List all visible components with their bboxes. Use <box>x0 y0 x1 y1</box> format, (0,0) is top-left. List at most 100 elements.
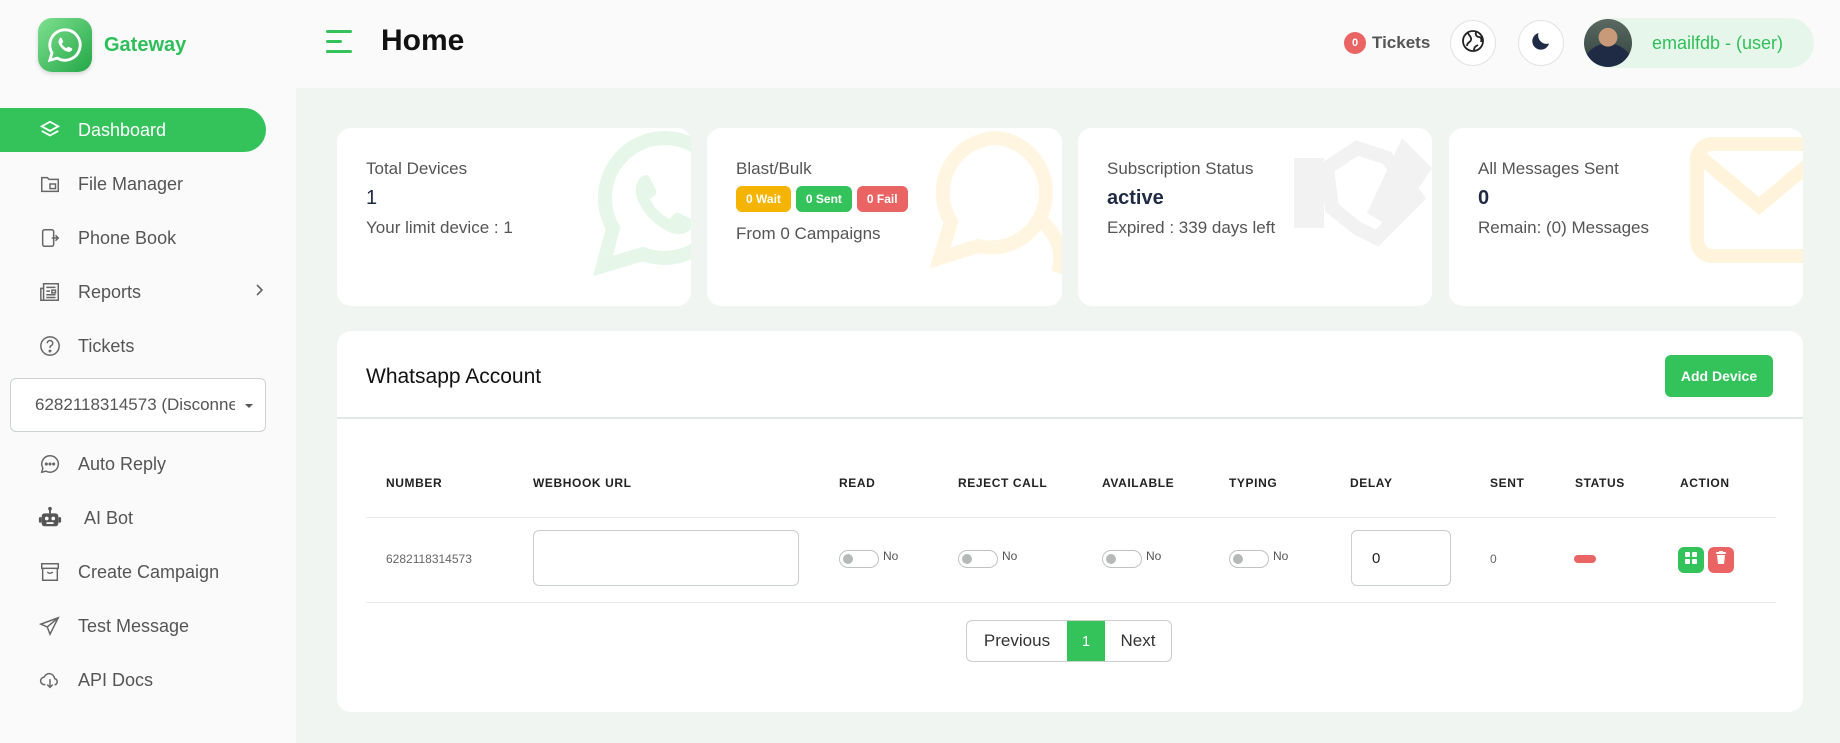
toggle-label: No <box>1146 549 1162 563</box>
stat-subtitle: From 0 Campaigns <box>736 224 881 243</box>
stat-value: active <box>1107 187 1164 209</box>
toggle-label: No <box>1273 549 1289 563</box>
chevron-right-icon <box>252 282 266 303</box>
sidebar-item-phone-book[interactable]: Phone Book <box>0 216 296 260</box>
stat-title: Total Devices <box>366 159 468 178</box>
column-header-webhook: WEBHOOK URL <box>533 476 632 490</box>
tickets-count-badge: 0 <box>1344 32 1366 54</box>
pagination-next[interactable]: Next <box>1105 621 1171 661</box>
toggle-label: No <box>883 549 899 563</box>
column-header-reject-call: REJECT CALL <box>958 476 1048 490</box>
stat-title: All Messages Sent <box>1478 159 1619 178</box>
globe-icon <box>1461 29 1485 58</box>
column-header-available: AVAILABLE <box>1102 476 1175 490</box>
chat-bubble-icon <box>38 452 62 476</box>
device-select-value: 6282118314573 (Disconnected) <box>35 395 235 414</box>
sidebar-item-label: File Manager <box>78 173 184 194</box>
column-header-number: NUMBER <box>386 476 443 490</box>
chat-watermark-icon <box>929 130 1062 275</box>
divider <box>337 417 1803 419</box>
sent-count: 0 <box>1490 552 1497 566</box>
typing-toggle[interactable]: No <box>1229 549 1289 568</box>
stat-subtitle: Remain: (0) Messages <box>1478 218 1650 237</box>
whatsapp-watermark-icon <box>593 130 691 277</box>
card-title: Whatsapp Account <box>366 365 542 388</box>
column-header-read: READ <box>839 476 876 490</box>
column-header-status: STATUS <box>1575 476 1625 490</box>
robot-icon <box>38 506 62 530</box>
sidebar-item-label: Tickets <box>78 335 135 356</box>
layers-icon <box>38 118 62 142</box>
sidebar-item-dashboard[interactable]: Dashboard <box>0 108 266 152</box>
stat-card-messages: All Messages Sent 0 Remain: (0) Messages <box>1449 128 1803 306</box>
sidebar-nav: Dashboard File Manager Phone Book Report… <box>0 108 296 712</box>
sent-badge: 0 Sent <box>795 186 852 212</box>
envelope-watermark-icon <box>1690 137 1803 263</box>
theme-toggle-button[interactable] <box>1518 20 1564 66</box>
sidebar-item-label: API Docs <box>78 669 154 690</box>
pagination-page[interactable]: 1 <box>1067 621 1105 661</box>
device-select[interactable]: 6282118314573 (Disconnected) <box>10 378 266 432</box>
toggle-label: No <box>1002 549 1018 563</box>
tickets-link[interactable]: 0 Tickets <box>1344 32 1430 54</box>
sidebar-item-api-docs[interactable]: API Docs <box>0 658 296 702</box>
sidebar-item-label: Phone Book <box>78 227 177 248</box>
newspaper-icon <box>38 280 62 304</box>
whatsapp-account-card: Whatsapp Account Add Device NUMBER WEBHO… <box>337 331 1803 712</box>
phone-book-icon <box>38 226 62 250</box>
blast-status-chips: 0 Wait 0 Sent 0 Fail <box>736 186 913 212</box>
sidebar-item-ai-bot[interactable]: AI Bot <box>0 496 296 540</box>
add-device-button[interactable]: Add Device <box>1665 355 1773 397</box>
menu-toggle-icon[interactable] <box>326 30 354 54</box>
webhook-url-input[interactable] <box>533 530 799 586</box>
available-toggle[interactable]: No <box>1102 549 1162 568</box>
sidebar-item-create-campaign[interactable]: Create Campaign <box>0 550 296 594</box>
sidebar-item-auto-reply[interactable]: Auto Reply <box>0 442 296 486</box>
stat-subtitle: Expired : 339 days left <box>1107 218 1276 237</box>
page-title: Home <box>381 24 465 57</box>
brand-name: Gateway <box>104 33 187 56</box>
stat-title: Subscription Status <box>1107 159 1254 178</box>
reject-call-toggle[interactable]: No <box>958 549 1018 568</box>
send-icon <box>38 614 62 638</box>
stat-card-blast: Blast/Bulk 0 Wait 0 Sent 0 Fail From 0 C… <box>707 128 1062 306</box>
sidebar-item-file-manager[interactable]: File Manager <box>0 162 296 206</box>
device-number: 6282118314573 <box>386 552 472 566</box>
stat-card-subscription: Subscription Status active Expired : 339… <box>1078 128 1432 306</box>
read-toggle[interactable]: No <box>839 549 899 568</box>
sidebar-item-reports[interactable]: Reports <box>0 270 296 314</box>
sidebar-item-label: Dashboard <box>78 119 167 140</box>
toggle-track <box>839 550 879 568</box>
brand[interactable]: Gateway <box>38 18 186 72</box>
sidebar-item-tickets[interactable]: Tickets <box>0 324 296 368</box>
grid-icon <box>1685 551 1697 569</box>
delay-input[interactable]: 0 <box>1351 530 1451 586</box>
stat-title: Blast/Bulk <box>736 159 812 178</box>
stat-card-devices: Total Devices 1 Your limit device : 1 <box>337 128 691 306</box>
sidebar-item-test-message[interactable]: Test Message <box>0 604 296 648</box>
pagination: Previous 1 Next <box>966 620 1172 662</box>
avatar <box>1584 19 1632 67</box>
wait-badge: 0 Wait <box>736 186 791 212</box>
stat-subtitle: Your limit device : 1 <box>366 218 513 237</box>
sidebar-item-label: Create Campaign <box>78 561 220 582</box>
divider <box>366 517 1776 518</box>
language-button[interactable] <box>1450 20 1496 66</box>
delete-device-button[interactable] <box>1708 547 1734 573</box>
divider <box>366 602 1776 603</box>
user-name: emailfdb - (user) <box>1652 32 1784 53</box>
column-header-sent: SENT <box>1490 476 1525 490</box>
pagination-previous[interactable]: Previous <box>967 621 1067 661</box>
fail-badge: 0 Fail <box>856 186 908 212</box>
column-header-delay: DELAY <box>1350 476 1393 490</box>
stat-value: 0 <box>1478 187 1490 209</box>
help-circle-icon <box>38 334 62 358</box>
toggle-track <box>1229 550 1269 568</box>
folder-icon <box>38 172 62 196</box>
user-menu[interactable]: emailfdb - (user) <box>1584 18 1814 68</box>
scan-qr-button[interactable] <box>1678 547 1704 573</box>
toggle-track <box>958 550 998 568</box>
tickets-label: Tickets <box>1372 33 1431 52</box>
column-header-typing: TYPING <box>1229 476 1278 490</box>
stat-value: 1 <box>366 187 378 209</box>
